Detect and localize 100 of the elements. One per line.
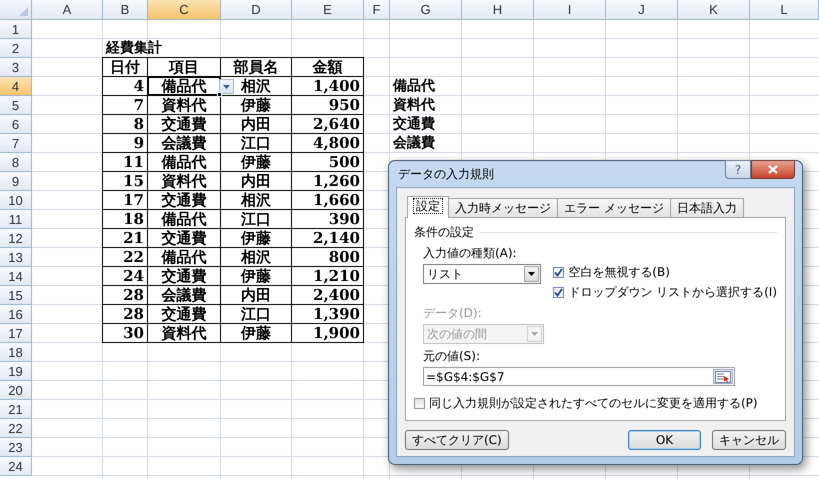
- field-label: データ(D):: [423, 305, 483, 322]
- table-cell: 江口: [221, 210, 292, 229]
- checkbox-option[interactable]: 同じ入力規則が設定されたすべてのセルに変更を適用する(P): [414, 395, 777, 412]
- table-cell: 交通費: [148, 115, 221, 134]
- table-cell: 伊藤: [221, 153, 292, 172]
- table-cell: 備品代: [148, 210, 221, 229]
- table-cell: 8: [103, 115, 148, 134]
- dropdown-button[interactable]: [219, 79, 234, 94]
- row-header[interactable]: 17: [0, 324, 32, 343]
- table-cell: 30: [103, 324, 148, 343]
- row-header[interactable]: 11: [0, 210, 32, 229]
- column-header[interactable]: G: [390, 0, 462, 20]
- column-header[interactable]: F: [364, 0, 390, 20]
- table-cell: 500: [292, 153, 364, 172]
- caret-icon: [531, 332, 538, 336]
- close-icon: [768, 165, 778, 174]
- tab[interactable]: エラー メッセージ: [557, 198, 671, 217]
- table-cell: 内田: [221, 172, 292, 191]
- row-header[interactable]: 13: [0, 248, 32, 267]
- range-select-button[interactable]: [713, 369, 733, 384]
- column-header[interactable]: B: [103, 0, 148, 20]
- fill-handle[interactable]: [217, 92, 222, 97]
- row-header[interactable]: 9: [0, 172, 32, 191]
- table-cell: 内田: [221, 286, 292, 305]
- group-label: 条件の設定: [414, 224, 474, 241]
- row-header[interactable]: 6: [0, 115, 32, 134]
- table-cell: 備品代: [148, 153, 221, 172]
- dialog-button[interactable]: OK: [628, 430, 701, 450]
- table-cell: 伊藤: [221, 324, 292, 343]
- row-header[interactable]: 2: [0, 39, 32, 58]
- table-cell: 会議費: [390, 134, 462, 153]
- row-header[interactable]: 16: [0, 305, 32, 324]
- table-cell: 17: [103, 191, 148, 210]
- row-header[interactable]: 12: [0, 229, 32, 248]
- row-header[interactable]: 22: [0, 419, 32, 438]
- table-cell: 交通費: [390, 115, 462, 134]
- tab[interactable]: 入力時メッセージ: [448, 198, 558, 217]
- table-cell: 伊藤: [221, 267, 292, 286]
- row-header[interactable]: 15: [0, 286, 32, 305]
- row-header[interactable]: 23: [0, 438, 32, 457]
- row-header[interactable]: 19: [0, 362, 32, 381]
- table-cell: 2,400: [292, 286, 364, 305]
- row-header[interactable]: 18: [0, 343, 32, 362]
- row-header[interactable]: 7: [0, 134, 32, 153]
- dialog-button[interactable]: キャンセル: [712, 430, 786, 450]
- table-cell: 伊藤: [221, 229, 292, 248]
- table-cell: 9: [103, 134, 148, 153]
- table-cell: 資料代: [148, 96, 221, 115]
- row-header[interactable]: 24: [0, 457, 32, 476]
- checkbox-option[interactable]: ドロップダウン リストから選択する(I): [553, 284, 777, 301]
- close-button[interactable]: [751, 160, 795, 179]
- row-header[interactable]: 14: [0, 267, 32, 286]
- checkbox[interactable]: [414, 398, 425, 409]
- row-header[interactable]: 10: [0, 191, 32, 210]
- dropdown[interactable]: リスト: [423, 264, 542, 284]
- tab[interactable]: 日本語入力: [670, 198, 744, 217]
- table-cell: 21: [103, 229, 148, 248]
- column-header[interactable]: J: [606, 0, 678, 20]
- table-cell: 内田: [221, 115, 292, 134]
- tab[interactable]: 設定: [407, 196, 449, 218]
- table-cell: 資料代: [148, 324, 221, 343]
- column-header[interactable]: H: [462, 0, 534, 20]
- row-header[interactable]: 4: [0, 77, 32, 96]
- table-cell: 交通費: [148, 191, 221, 210]
- checkbox[interactable]: [553, 287, 564, 298]
- checkbox-option[interactable]: 空白を無視する(B): [553, 264, 777, 281]
- table-cell: 相沢: [221, 248, 292, 267]
- table-cell: 相沢: [221, 191, 292, 210]
- table-cell: 1,390: [292, 305, 364, 324]
- row-header[interactable]: 21: [0, 400, 32, 419]
- source-field[interactable]: =$G$4:$G$7: [423, 367, 735, 386]
- table-cell: 備品代: [148, 248, 221, 267]
- column-header[interactable]: E: [292, 0, 364, 20]
- range-icon: [715, 370, 731, 382]
- row-header[interactable]: 1: [0, 20, 32, 39]
- table-cell: 1,260: [292, 172, 364, 191]
- checkbox[interactable]: [553, 267, 564, 278]
- table-cell: 伊藤: [221, 96, 292, 115]
- table-cell: 会議費: [148, 286, 221, 305]
- row-header[interactable]: 5: [0, 96, 32, 115]
- table-cell: 18: [103, 210, 148, 229]
- table-cell: 22: [103, 248, 148, 267]
- table-cell: 24: [103, 267, 148, 286]
- row-header[interactable]: 8: [0, 153, 32, 172]
- caret-icon: [528, 272, 536, 276]
- dialog-button[interactable]: すべてクリア(C): [405, 430, 509, 450]
- table-cell: 経費集計: [103, 39, 221, 58]
- column-header[interactable]: A: [32, 0, 103, 20]
- column-header[interactable]: C: [148, 0, 221, 20]
- table-cell: 950: [292, 96, 364, 115]
- row-header[interactable]: 20: [0, 381, 32, 400]
- column-header[interactable]: I: [534, 0, 606, 20]
- table-cell: 会議費: [148, 134, 221, 153]
- row-header[interactable]: 3: [0, 58, 32, 77]
- column-header[interactable]: L: [750, 0, 819, 20]
- help-button[interactable]: ?: [725, 160, 751, 179]
- table-cell: 日付: [103, 58, 148, 77]
- table-cell: 資料代: [390, 96, 462, 115]
- column-header[interactable]: K: [678, 0, 750, 20]
- column-header[interactable]: D: [221, 0, 292, 20]
